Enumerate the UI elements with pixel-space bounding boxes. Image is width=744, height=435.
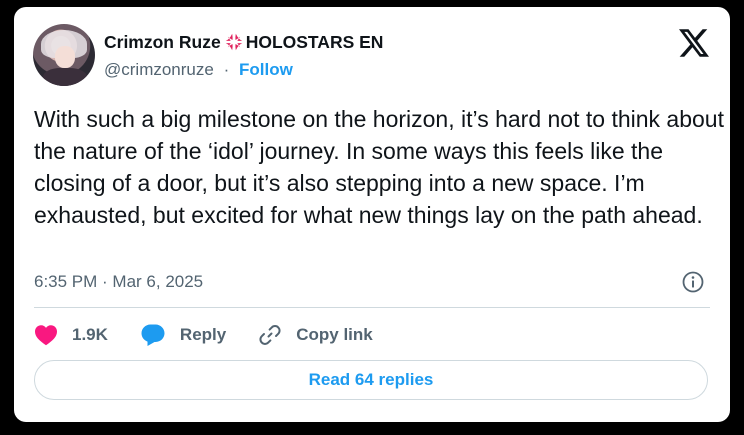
link-icon <box>259 325 281 345</box>
author-name[interactable]: Crimzon Ruze HOLOSTARS EN <box>104 31 383 53</box>
avatar[interactable] <box>33 24 95 86</box>
handle-separator: · <box>223 60 230 79</box>
tweet-timestamp[interactable]: 6:35 PM · Mar 6, 2025 <box>34 272 203 292</box>
heart-icon <box>35 325 57 346</box>
like-button[interactable]: 1.9K <box>34 324 108 346</box>
action-bar: 1.9K Reply Copy link <box>34 322 405 348</box>
like-count: 1.9K <box>72 325 108 344</box>
copy-link-label: Copy link <box>296 325 373 344</box>
avatar-collar <box>43 68 87 86</box>
info-icon[interactable] <box>681 270 705 294</box>
divider <box>34 307 710 308</box>
tweet-text: With such a big milestone on the horizon… <box>34 106 724 228</box>
author-handle[interactable]: @crimzonruze <box>104 60 214 79</box>
reply-bubble-icon <box>141 324 165 346</box>
reply-label: Reply <box>179 325 227 344</box>
author-name-suffix: HOLOSTARS EN <box>245 31 384 52</box>
copy-link-button[interactable]: Copy link <box>258 323 373 347</box>
tweet-card: Crimzon Ruze HOLOSTARS EN @crimzonruze ·… <box>14 7 730 422</box>
handle-row: @crimzonruze · Follow <box>104 60 293 80</box>
x-logo-icon[interactable] <box>679 29 709 57</box>
reply-button[interactable]: Reply <box>140 323 226 347</box>
read-replies-label: Read 64 replies <box>308 370 434 389</box>
author-display-name: Crimzon Ruze <box>104 31 221 52</box>
read-replies-button[interactable]: Read 64 replies <box>34 360 708 400</box>
follow-link[interactable]: Follow <box>239 60 293 79</box>
avatar-face <box>55 46 75 68</box>
anger-symbol-icon <box>225 33 242 51</box>
